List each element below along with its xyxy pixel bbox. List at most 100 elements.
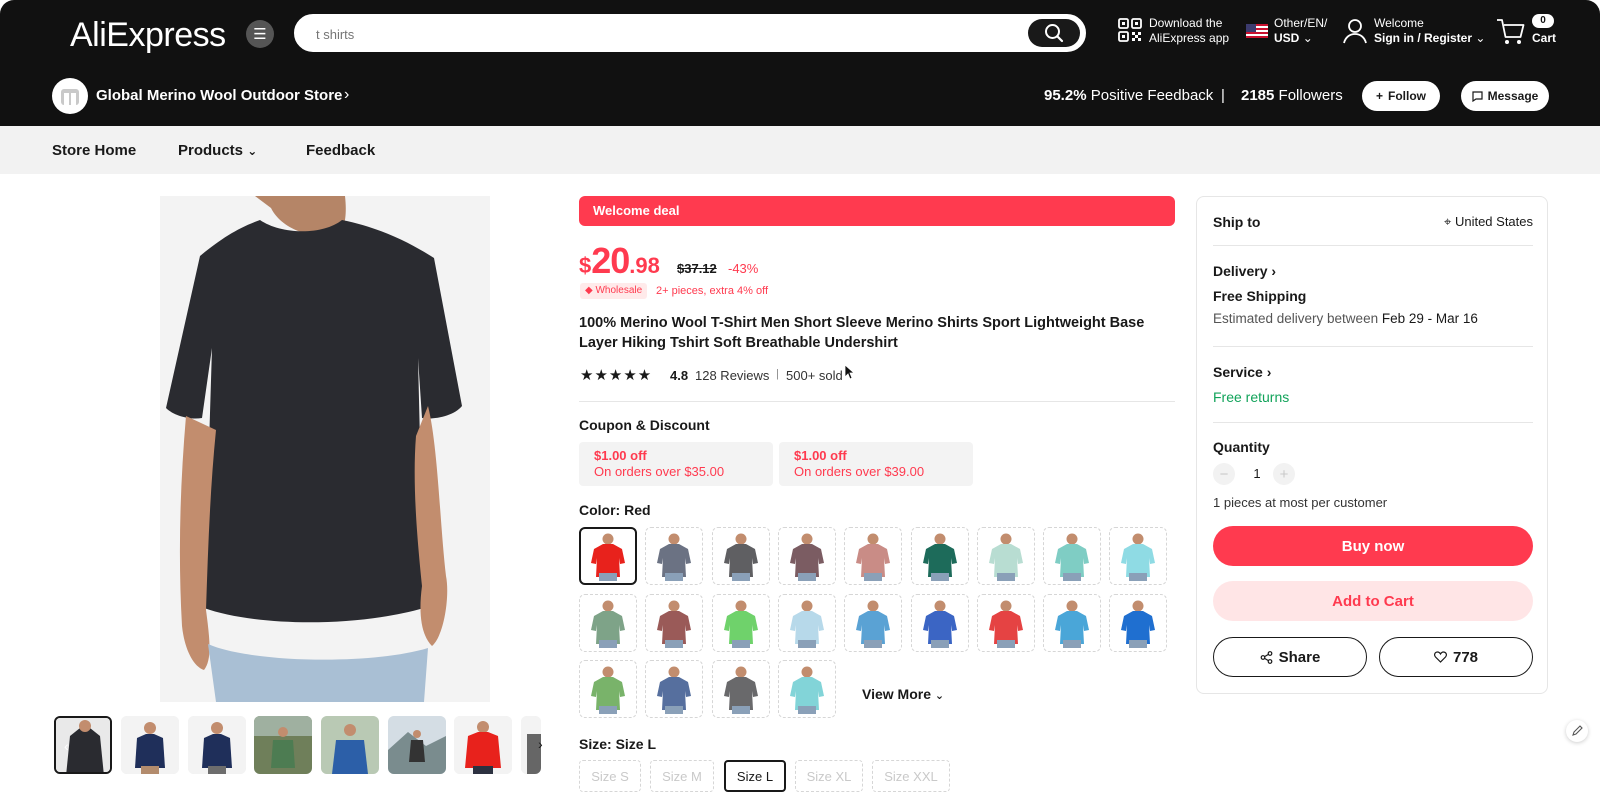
delivery-link[interactable]: Delivery › — [1213, 263, 1276, 279]
increase-quantity-button[interactable]: + — [1273, 463, 1295, 485]
location-pin-icon: ⌖ — [1444, 214, 1452, 229]
view-more-button[interactable]: View More ⌄ — [862, 686, 944, 702]
search-button[interactable] — [1028, 19, 1080, 47]
tshirt-icon — [789, 666, 824, 714]
service-link[interactable]: Service › — [1213, 364, 1271, 380]
follow-button[interactable]: + Follow — [1362, 81, 1440, 111]
color-swatch[interactable] — [976, 593, 1035, 652]
chevron-right-icon[interactable]: › — [344, 86, 349, 104]
nav-feedback[interactable]: Feedback — [306, 142, 375, 159]
download-app-link[interactable]: Download the AliExpress app — [1149, 16, 1229, 46]
divider — [1213, 346, 1533, 347]
color-swatch[interactable] — [1109, 527, 1168, 585]
aliexpress-logo[interactable]: AliExpress — [70, 16, 226, 55]
buy-now-button[interactable]: Buy now — [1213, 526, 1533, 566]
cart-label[interactable]: Cart — [1532, 31, 1556, 45]
locale-selector[interactable]: Other/EN/ USD ⌄ — [1274, 16, 1327, 46]
divider — [1213, 422, 1533, 423]
coupon-heading: Coupon & Discount — [579, 417, 710, 433]
ship-to-country[interactable]: ⌖ United States — [1444, 214, 1533, 230]
search-bar[interactable] — [294, 14, 1086, 52]
size-option[interactable]: Size XL — [795, 760, 863, 792]
tshirt-photo — [160, 196, 490, 702]
thumbnail[interactable]: ‹ — [54, 716, 112, 774]
product-title: 100% Merino Wool T-Shirt Men Short Sleev… — [579, 315, 1145, 351]
qr-code-icon[interactable] — [1118, 18, 1142, 42]
decrease-quantity-button[interactable]: − — [1213, 463, 1235, 485]
thumbnail[interactable] — [254, 716, 312, 774]
color-swatch[interactable] — [844, 593, 903, 652]
quantity-label: Quantity — [1213, 439, 1270, 455]
stats-divider: | — [1221, 87, 1225, 104]
coupon-card[interactable]: $1.00 off On orders over $39.00 — [779, 442, 973, 486]
menu-icon[interactable]: ☰ — [246, 20, 274, 48]
color-swatch[interactable] — [777, 527, 836, 585]
user-icon[interactable] — [1342, 18, 1368, 44]
chevron-down-icon: ⌄ — [1302, 31, 1313, 45]
size-option[interactable]: Size S — [579, 760, 641, 792]
tshirt-icon — [789, 533, 824, 581]
color-swatch-selected[interactable] — [579, 527, 637, 585]
search-icon — [1045, 24, 1064, 43]
thumbnail[interactable] — [121, 716, 179, 774]
color-swatch[interactable] — [579, 660, 637, 718]
share-button[interactable]: Share — [1213, 637, 1367, 677]
edit-icon[interactable] — [1566, 720, 1588, 742]
account-menu[interactable]: Welcome Sign in / Register ⌄ — [1374, 16, 1485, 46]
us-flag-icon — [1246, 24, 1268, 38]
color-swatch[interactable] — [1109, 593, 1168, 652]
color-swatch[interactable] — [711, 527, 770, 585]
thumbnail[interactable] — [321, 716, 379, 774]
tag-icon: ◆ — [585, 285, 593, 296]
page: AliExpress ☰ Download the AliExpress app… — [0, 0, 1600, 801]
cart-icon[interactable] — [1496, 18, 1526, 46]
color-swatch[interactable] — [777, 660, 836, 718]
color-swatch[interactable] — [711, 660, 770, 718]
quantity-value[interactable]: 1 — [1247, 466, 1267, 481]
positive-feedback: 95.2% Positive Feedback — [1044, 87, 1214, 104]
color-swatch[interactable] — [1043, 527, 1102, 585]
message-button[interactable]: Message — [1461, 81, 1549, 111]
color-swatch[interactable] — [645, 527, 704, 585]
tshirt-icon — [1055, 600, 1090, 648]
estimated-delivery: Estimated delivery between Feb 29 - Mar … — [1213, 311, 1478, 326]
size-option-selected[interactable]: Size L — [724, 760, 786, 792]
chevron-right-icon[interactable]: › — [538, 736, 543, 752]
color-swatch[interactable] — [976, 527, 1035, 585]
color-swatch[interactable] — [645, 660, 704, 718]
thumbnail[interactable] — [388, 716, 446, 774]
nav-store-home[interactable]: Store Home — [52, 142, 136, 159]
color-swatch[interactable] — [711, 593, 770, 652]
original-price: $37.12 — [677, 261, 717, 276]
color-swatch[interactable] — [910, 527, 969, 585]
tshirt-icon — [789, 600, 824, 648]
store-avatar[interactable] — [52, 78, 88, 114]
color-swatch[interactable] — [910, 593, 969, 652]
tshirt-icon — [723, 533, 758, 581]
search-input[interactable] — [316, 23, 1016, 45]
tshirt-icon — [856, 533, 891, 581]
color-swatch[interactable] — [579, 593, 637, 652]
rating-stars: ★★★★★ — [580, 367, 653, 384]
color-swatch[interactable] — [1043, 593, 1102, 652]
chevron-down-icon: ⌄ — [247, 144, 258, 158]
wishlist-button[interactable]: 778 — [1379, 637, 1533, 677]
product-main-image[interactable] — [160, 196, 490, 702]
top-header: AliExpress ☰ Download the AliExpress app… — [0, 0, 1600, 126]
tshirt-icon — [591, 600, 625, 648]
add-to-cart-button[interactable]: Add to Cart — [1213, 581, 1533, 621]
tshirt-icon — [1121, 533, 1156, 581]
color-swatch[interactable] — [844, 527, 903, 585]
coupon-card[interactable]: $1.00 off On orders over $35.00 — [579, 442, 773, 486]
thumbnail[interactable] — [454, 716, 512, 774]
size-option[interactable]: Size M — [650, 760, 714, 792]
size-option[interactable]: Size XXL — [872, 760, 950, 792]
chevron-left-icon[interactable]: ‹ — [64, 738, 69, 754]
thumbnail[interactable] — [188, 716, 246, 774]
color-swatch[interactable] — [645, 593, 704, 652]
store-name[interactable]: Global Merino Wool Outdoor Store — [96, 87, 342, 104]
color-swatch[interactable] — [777, 593, 836, 652]
reviews-link[interactable]: 128 Reviews — [695, 368, 769, 383]
nav-products[interactable]: Products ⌄ — [178, 142, 257, 159]
purchase-panel: Ship to ⌖ United States Delivery › Free … — [1196, 196, 1548, 694]
